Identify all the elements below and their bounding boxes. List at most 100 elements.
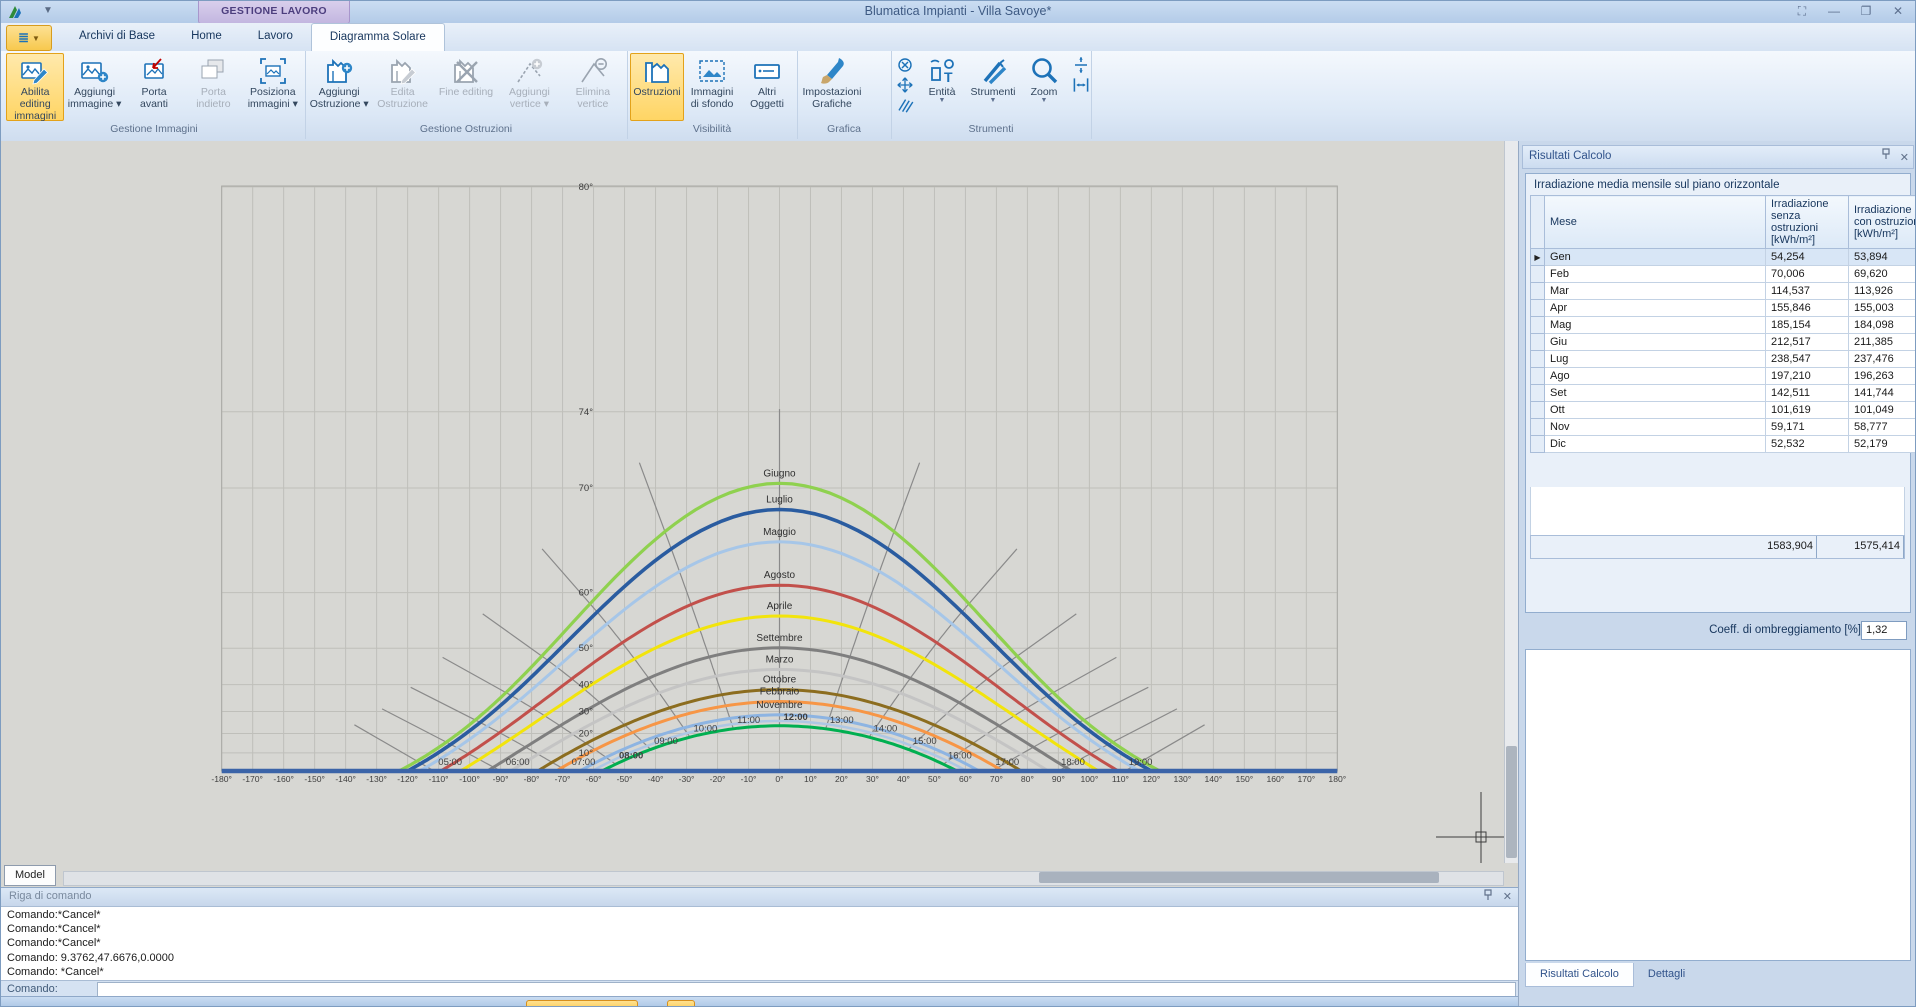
svg-text:-50°: -50° (617, 774, 633, 784)
ribbon-group-grafica: Impostazioni GraficheGrafica (797, 51, 892, 139)
graphics-settings-icon (816, 56, 848, 86)
ribbon-button-zoom[interactable]: Zoom▼ (1019, 53, 1069, 121)
svg-text:-160°: -160° (273, 774, 294, 784)
ribbon-button-immagini[interactable]: Immagini di sfondo (685, 53, 739, 121)
h-extent-icon[interactable] (1072, 76, 1090, 94)
vertex-add-icon (513, 56, 545, 86)
panel-tab-risultati-calcolo[interactable]: Risultati Calcolo (1525, 963, 1634, 987)
ribbon-button-posiziona[interactable]: Posiziona immagini ▾ (244, 53, 302, 121)
svg-text:50°: 50° (928, 774, 941, 784)
svg-text:120°: 120° (1142, 774, 1160, 784)
table-row-set[interactable]: Set142,511141,744 (1531, 385, 1916, 402)
horizontal-scrollbar-thumb[interactable] (1039, 872, 1439, 883)
tab-lavoro[interactable]: Lavoro (240, 23, 311, 51)
svg-text:17:00: 17:00 (995, 757, 1019, 768)
move-icon[interactable] (896, 76, 914, 94)
svg-text:15:00: 15:00 (913, 736, 937, 747)
close-button[interactable]: ✕ (1889, 4, 1907, 19)
ribbon-button-altri[interactable]: Altri Oggetti (740, 53, 794, 121)
ribbon-button-ostruzioni[interactable]: Ostruzioni (630, 53, 684, 121)
table-row-giu[interactable]: Giu212,517211,385 (1531, 334, 1916, 351)
svg-text:-140°: -140° (335, 774, 356, 784)
v-distribute-icon[interactable] (1072, 56, 1090, 74)
command-history-line: Comando: 9.3762,47.6676,0.0000 (7, 951, 1518, 965)
irradiation-table[interactable]: MeseIrradiazione senza ostruzioni [kWh/m… (1530, 195, 1916, 453)
svg-text:60°: 60° (579, 588, 594, 599)
ribbon-button-label: Fine editing (439, 86, 493, 98)
tab-archivi-di-base[interactable]: Archivi di Base (61, 23, 173, 51)
ribbon-button-label: Porta avanti (140, 86, 168, 110)
ribbon-button-impostazioni[interactable]: Impostazioni Grafiche (800, 53, 864, 121)
pin-icon[interactable] (1881, 148, 1891, 160)
app-menu-button[interactable]: ≣ ▼ (6, 25, 52, 51)
restore-button[interactable]: ❐ (1857, 4, 1875, 19)
vertical-scrollbar-thumb[interactable] (1506, 746, 1517, 858)
status-button[interactable] (667, 1000, 695, 1007)
total-con-ostruzioni: 1575,414 (1817, 536, 1904, 558)
column-header[interactable]: Mese (1545, 196, 1766, 249)
fit-window-button[interactable]: ⛶ (1793, 4, 1811, 19)
column-header[interactable]: Irradiazione con ostruzioni [kWh/m²] (1849, 196, 1916, 249)
pin-icon[interactable] (1483, 889, 1493, 901)
svg-text:74°: 74° (579, 407, 594, 418)
panel-tab-dettagli[interactable]: Dettagli (1634, 963, 1699, 987)
ribbon-button-aggiungi[interactable]: Aggiungi Ostruzione ▾ (308, 53, 370, 121)
table-row-dic[interactable]: Dic52,53252,179 (1531, 436, 1916, 453)
close-panel-icon[interactable]: ✕ (1900, 148, 1909, 168)
ribbon-group-strumenti: TEntità▼Strumenti▼Zoom▼Strumenti (891, 51, 1092, 139)
obstructions-icon (641, 56, 673, 86)
ribbon-button-aggiungi[interactable]: Aggiungi immagine ▾ (65, 53, 123, 121)
solar-diagram[interactable]: 05:0006:0007:0008:0009:0010:0011:0012:00… (1, 141, 1518, 863)
ribbon-button-label: Immagini di sfondo (691, 86, 734, 110)
svg-text:Marzo: Marzo (766, 654, 794, 665)
command-history[interactable]: Comando:*Cancel*Comando:*Cancel*Comando:… (1, 906, 1518, 980)
svg-text:08:00: 08:00 (619, 751, 643, 762)
app-window: ▼ GESTIONE LAVORO Blumatica Impianti - V… (0, 0, 1916, 1007)
svg-text:10°: 10° (804, 774, 817, 784)
results-panel-title: Risultati Calcolo (1529, 150, 1611, 162)
tab-home[interactable]: Home (173, 23, 240, 51)
obstruction-add-icon (323, 56, 355, 86)
ribbon-button-porta[interactable]: Porta avanti (125, 53, 183, 121)
ribbon-button-abilita-editing[interactable]: Abilita editing immagini (6, 53, 64, 121)
svg-text:-90°: -90° (493, 774, 509, 784)
tools-icon (977, 56, 1009, 86)
ribbon-group-label: Visibilità (627, 121, 797, 138)
table-row-feb[interactable]: Feb70,00669,620 (1531, 266, 1916, 283)
table-row-ago[interactable]: Ago197,210196,263 (1531, 368, 1916, 385)
image-add-icon (79, 56, 111, 86)
table-row-lug[interactable]: Lug238,547237,476 (1531, 351, 1916, 368)
ribbon-button-strumenti[interactable]: Strumenti▼ (968, 53, 1018, 121)
command-history-line: Comando:*Cancel* (7, 922, 1518, 936)
ribbon-button-entità[interactable]: TEntità▼ (917, 53, 967, 121)
svg-text:Aprile: Aprile (767, 601, 793, 612)
drawing-canvas[interactable]: 05:0006:0007:0008:0009:0010:0011:0012:00… (1, 141, 1518, 863)
svg-text:0°: 0° (775, 774, 783, 784)
svg-text:110°: 110° (1112, 774, 1129, 784)
svg-text:90°: 90° (1052, 774, 1065, 784)
model-tab[interactable]: Model (4, 865, 56, 886)
horizontal-scrollbar[interactable] (63, 871, 1504, 886)
table-row-gen[interactable]: ▶Gen54,25453,894 (1531, 249, 1916, 266)
ribbon-button-label: Posiziona immagini ▾ (248, 86, 298, 110)
table-row-apr[interactable]: Apr155,846155,003 (1531, 300, 1916, 317)
svg-text:80°: 80° (1021, 774, 1034, 784)
hatch-icon[interactable] (896, 96, 914, 114)
table-row-mar[interactable]: Mar114,537113,926 (1531, 283, 1916, 300)
close-panel-icon[interactable]: ✕ (1503, 889, 1512, 906)
ribbon-group-label: Grafica (797, 121, 891, 138)
ribbon-button-label: Aggiungi Ostruzione ▾ (310, 86, 369, 110)
table-row-mag[interactable]: Mag185,154184,098 (1531, 317, 1916, 334)
tab-diagramma-solare[interactable]: Diagramma Solare (311, 23, 445, 52)
circle-x-icon[interactable] (896, 56, 914, 74)
vertical-scrollbar[interactable] (1504, 141, 1519, 863)
svg-text:Maggio: Maggio (763, 527, 796, 538)
svg-text:-120°: -120° (397, 774, 418, 784)
ribbon-button-label: Ostruzioni (633, 86, 680, 98)
minimize-button[interactable]: — (1825, 4, 1843, 19)
table-row-ott[interactable]: Ott101,619101,049 (1531, 402, 1916, 419)
ribbon-tabs: Archivi di BaseHomeLavoroDiagramma Solar… (61, 23, 445, 51)
column-header[interactable]: Irradiazione senza ostruzioni [kWh/m²] (1766, 196, 1849, 249)
status-button[interactable] (526, 1000, 638, 1007)
table-row-nov[interactable]: Nov59,17158,777 (1531, 419, 1916, 436)
